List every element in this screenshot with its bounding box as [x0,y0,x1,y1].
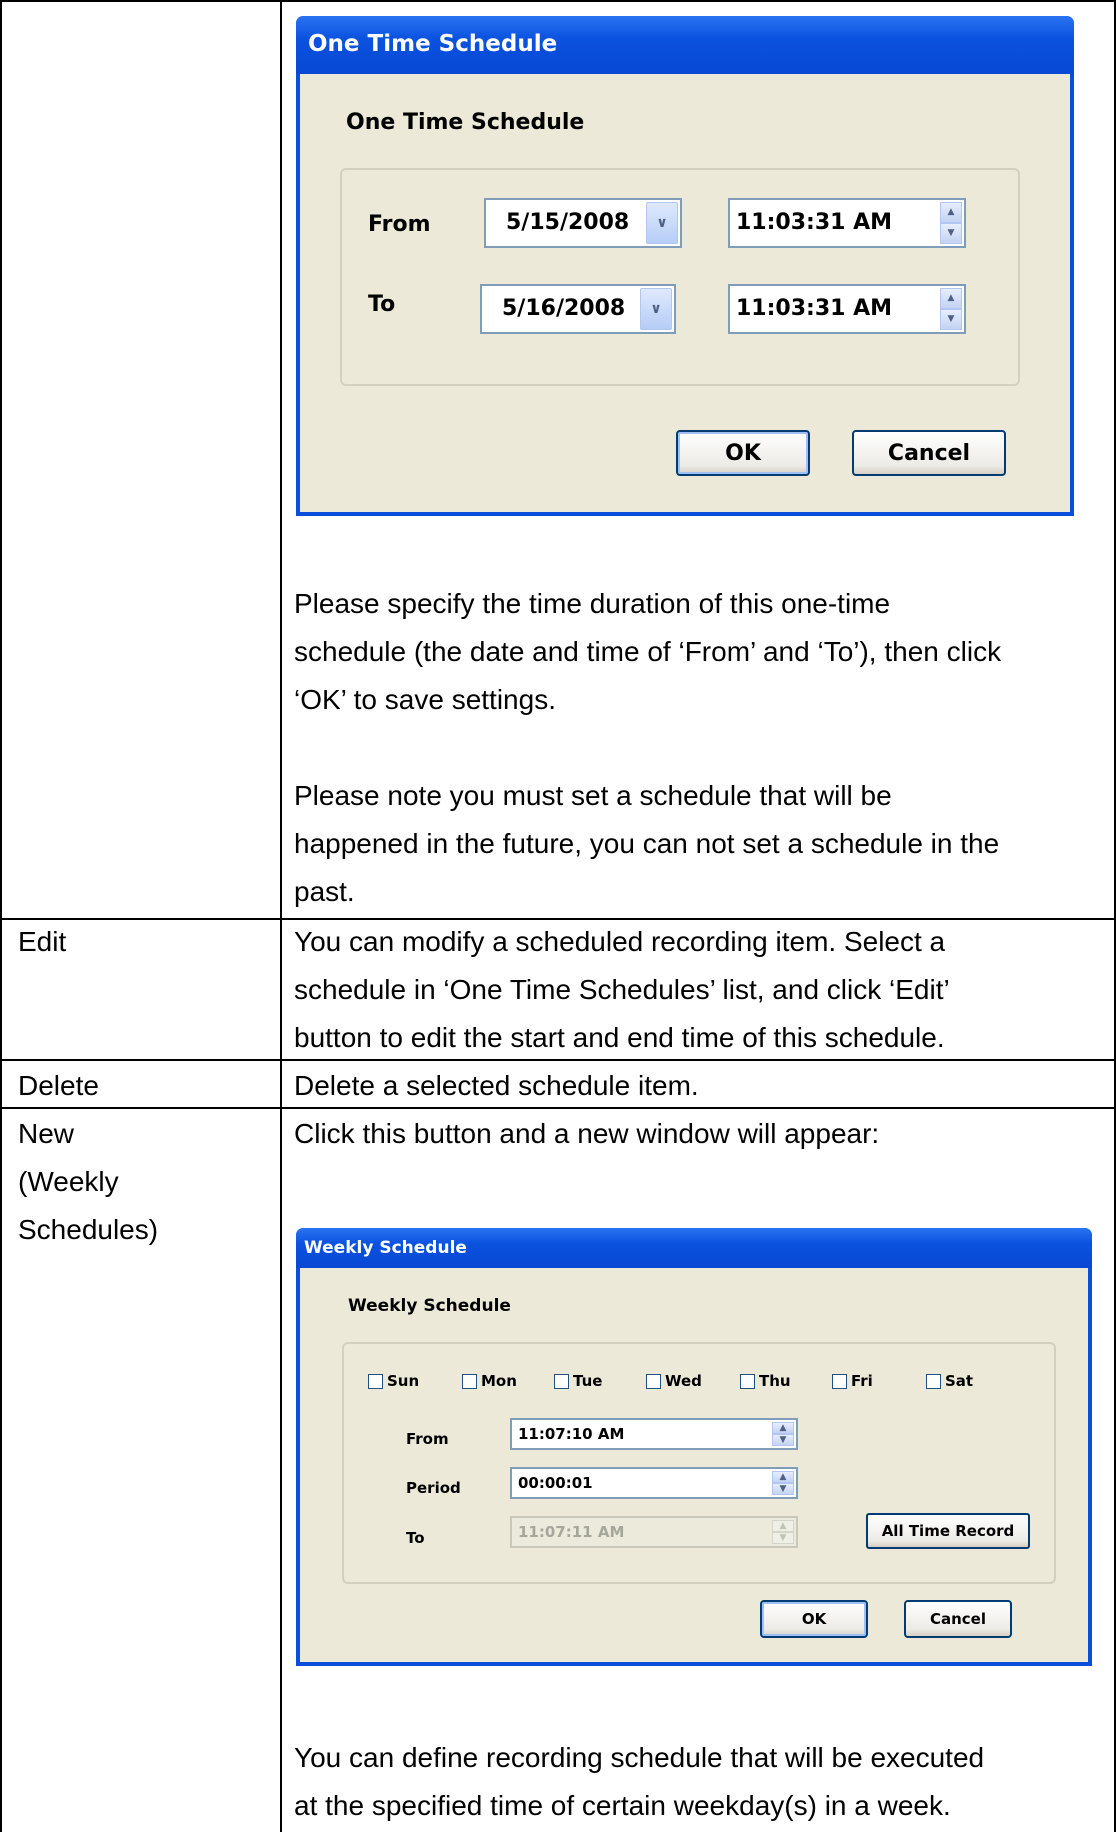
paragraph-line: You can define recording schedule that w… [294,1742,985,1773]
day-checkbox-thu[interactable]: Thu [740,1372,791,1390]
day-checkbox-sun[interactable]: Sun [368,1372,419,1390]
one-time-dialog-body: One Time Schedule From 5/15/2008 ∨ 11:03… [300,74,1070,512]
checkbox-icon[interactable] [832,1373,847,1389]
one-time-note: Please note you must set a schedule that… [294,772,1109,916]
paragraph-line: Please note you must set a schedule that… [294,780,892,811]
checkbox-icon[interactable] [926,1373,941,1389]
ok-button[interactable]: OK [676,430,810,476]
from-label: From [368,212,431,237]
one-time-dialog-title: One Time Schedule [308,31,558,57]
paragraph-line: at the specified time of certain weekday… [294,1790,951,1821]
day-checkbox-sat[interactable]: Sat [926,1372,973,1390]
spinner-arrows-icon[interactable]: ▲ ▼ [772,1422,794,1446]
day-label: Sat [945,1372,974,1390]
weekly-to-spinner: 11:07:11 AM ▲ ▼ [510,1516,798,1548]
checkbox-icon[interactable] [368,1373,383,1389]
paragraph-line: past. [294,876,355,907]
chevron-down-icon[interactable]: ∨ [640,288,672,330]
weekly-dialog-body: Weekly Schedule Sun Mon Tue Wed Thu Fri … [300,1268,1088,1662]
weekly-period-spinner[interactable]: 00:00:01 ▲ ▼ [510,1467,798,1499]
checkbox-icon[interactable] [554,1373,569,1389]
day-label: Tue [573,1372,603,1390]
edit-description: You can modify a scheduled recording ite… [294,918,1109,1062]
to-time-value: 11:03:31 AM [736,296,893,321]
one-time-dialog-heading: One Time Schedule [346,110,585,135]
day-checkbox-mon[interactable]: Mon [462,1372,517,1390]
one-time-description: Please specify the time duration of this… [294,580,1109,724]
row-name-delete: Delete [18,1070,99,1101]
weekly-description: You can define recording schedule that w… [294,1734,1109,1830]
spinner-arrows-icon[interactable]: ▲ ▼ [940,288,962,330]
weekly-period-value: 00:00:01 [518,1474,593,1492]
day-label: Sun [387,1372,420,1390]
to-time-spinner[interactable]: 11:03:31 AM ▲ ▼ [728,284,966,334]
to-date-value: 5/16/2008 [502,296,626,321]
weekly-ok-button[interactable]: OK [760,1600,868,1638]
from-date-picker[interactable]: 5/15/2008 ∨ [484,198,682,248]
one-time-dialog-titlebar: One Time Schedule [296,16,1074,74]
weekly-from-label: From [406,1430,449,1448]
checkbox-icon[interactable] [462,1373,477,1389]
cancel-button[interactable]: Cancel [852,430,1006,476]
day-label: Mon [481,1372,517,1390]
weekly-dialog-title: Weekly Schedule [304,1238,467,1258]
new-weekly-intro: Click this button and a new window will … [294,1118,880,1149]
day-label: Wed [665,1372,702,1390]
day-checkbox-fri[interactable]: Fri [832,1372,873,1390]
weekly-schedule-dialog: Weekly Schedule Weekly Schedule Sun Mon … [296,1228,1092,1666]
table-column-divider [280,0,282,1832]
weekly-dialog-titlebar: Weekly Schedule [296,1228,1092,1268]
paragraph-line: schedule (the date and time of ‘From’ an… [294,636,1002,667]
day-checkbox-tue[interactable]: Tue [554,1372,602,1390]
checkbox-icon[interactable] [646,1373,661,1389]
day-checkbox-wed[interactable]: Wed [646,1372,702,1390]
from-time-spinner[interactable]: 11:03:31 AM ▲ ▼ [728,198,966,248]
weekly-from-value: 11:07:10 AM [518,1425,625,1443]
to-date-picker[interactable]: 5/16/2008 ∨ [480,284,676,334]
weekly-period-label: Period [406,1479,461,1497]
to-label: To [368,292,396,317]
from-time-value: 11:03:31 AM [736,210,893,235]
weekly-from-spinner[interactable]: 11:07:10 AM ▲ ▼ [510,1418,798,1450]
table-row-divider [0,0,1116,2]
row-name-line: Schedules) [18,1214,159,1245]
spinner-arrows-icon[interactable]: ▲ ▼ [940,202,962,244]
weekly-to-label: To [406,1529,425,1547]
one-time-schedule-dialog: One Time Schedule One Time Schedule From… [296,16,1074,516]
chevron-down-icon[interactable]: ∨ [646,202,678,244]
paragraph-line: happened in the future, you can not set … [294,828,1000,859]
row-name-line: New [18,1118,75,1149]
weekly-cancel-button[interactable]: Cancel [904,1600,1012,1638]
paragraph-line: button to edit the start and end time of… [294,1022,945,1053]
checkbox-icon[interactable] [740,1373,755,1389]
day-label: Thu [759,1372,791,1390]
row-name-line: (Weekly [18,1166,119,1197]
table-border-left [0,0,2,1832]
delete-description: Delete a selected schedule item. [294,1070,699,1101]
paragraph-line: ‘OK’ to save settings. [294,684,556,715]
row-name-new-weekly: New (Weekly Schedules) [18,1110,268,1254]
day-label: Fri [851,1372,873,1390]
row-name-edit: Edit [18,926,67,957]
spinner-arrows-icon[interactable]: ▲ ▼ [772,1471,794,1495]
weekly-dialog-heading: Weekly Schedule [348,1296,511,1316]
paragraph-line: Please specify the time duration of this… [294,588,891,619]
paragraph-line: schedule in ‘One Time Schedules’ list, a… [294,974,950,1005]
paragraph-line: You can modify a scheduled recording ite… [294,926,946,957]
from-date-value: 5/15/2008 [506,210,630,235]
all-time-record-button[interactable]: All Time Record [866,1513,1030,1549]
weekly-to-value: 11:07:11 AM [518,1523,625,1541]
spinner-arrows-icon: ▲ ▼ [772,1520,794,1544]
